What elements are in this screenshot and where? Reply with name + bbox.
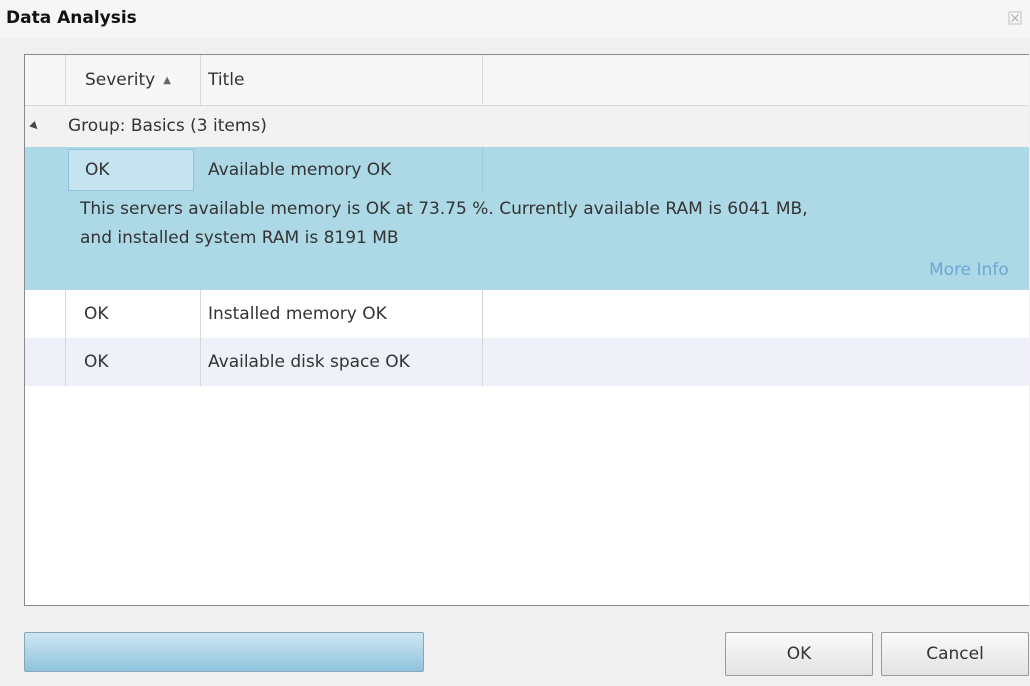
grid-header: Severity ▲ Title: [25, 55, 1029, 106]
group-label: Group: Basics (3 items): [68, 116, 267, 136]
table-row[interactable]: OK Available disk space OK: [25, 338, 1029, 386]
column-divider: [482, 147, 483, 193]
table-row[interactable]: OK Installed memory OK: [25, 290, 1029, 338]
row-detail-line: and installed system RAM is 8191 MB: [80, 228, 399, 248]
row-detail-line: This servers available memory is OK at 7…: [80, 199, 808, 219]
close-icon[interactable]: [1008, 10, 1022, 25]
cancel-button[interactable]: Cancel: [881, 632, 1029, 676]
dialog-titlebar: Data Analysis: [0, 0, 1030, 38]
column-header-title[interactable]: Title: [201, 55, 483, 105]
row-indent-cell: [25, 338, 66, 386]
row-indent-cell: [25, 147, 66, 290]
severity-cell[interactable]: OK: [68, 149, 194, 191]
title-cell: Installed memory OK: [201, 290, 483, 338]
column-header-severity[interactable]: Severity ▲: [66, 55, 201, 105]
group-row-basics[interactable]: ▼ Group: Basics (3 items): [25, 106, 1029, 147]
more-info-link[interactable]: More Info: [929, 260, 1009, 280]
header-indent-cell: [25, 55, 66, 105]
column-header-title-label: Title: [208, 70, 245, 90]
progress-bar: [24, 632, 424, 672]
title-cell: Available memory OK: [208, 160, 392, 180]
data-analysis-dialog: Data Analysis Severity ▲ Title ▼ Group: B…: [0, 0, 1030, 686]
severity-cell: OK: [66, 338, 201, 386]
results-grid: Severity ▲ Title ▼ Group: Basics (3 items…: [24, 54, 1029, 606]
expand-triangle-icon[interactable]: ▼: [25, 109, 52, 143]
ok-button[interactable]: OK: [725, 632, 873, 676]
column-header-severity-label: Severity: [85, 70, 156, 90]
table-row-selected[interactable]: OK Available memory OK This servers avai…: [25, 147, 1029, 290]
title-cell: Available disk space OK: [201, 338, 483, 386]
severity-cell: OK: [66, 290, 201, 338]
sort-ascending-icon: ▲: [163, 75, 171, 86]
row-detail-text: This servers available memory is OK at 7…: [80, 195, 1029, 253]
dialog-title: Data Analysis: [6, 8, 137, 28]
row-indent-cell: [25, 290, 66, 338]
